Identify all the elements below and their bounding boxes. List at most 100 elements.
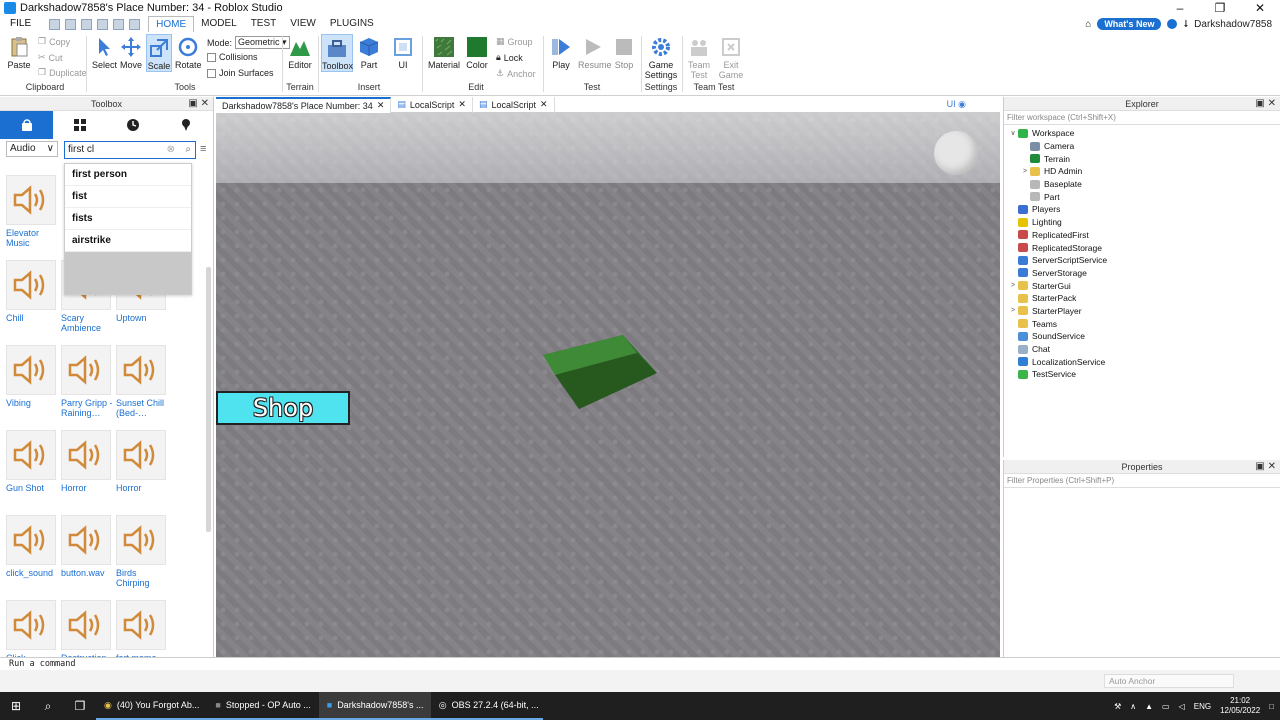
asset-card[interactable]: Chill [6, 260, 58, 323]
team-test-button[interactable]: Team Test [686, 36, 712, 80]
properties-filter-input[interactable]: Filter Properties (Ctrl+Shift+P) [1004, 474, 1280, 488]
explorer-item-localizationservice[interactable]: LocalizationService [1004, 355, 1280, 368]
select-tool-button[interactable]: Select [92, 36, 117, 70]
tab-inventory[interactable] [53, 111, 106, 139]
redo-icon[interactable] [129, 18, 141, 30]
explorer-item-workspace[interactable]: ∨ Workspace [1004, 127, 1280, 140]
tray-chevron-icon[interactable]: ∧ [1130, 702, 1136, 711]
explorer-filter-input[interactable]: Filter workspace (Ctrl+Shift+X) [1004, 111, 1280, 125]
shop-button[interactable]: Shop [216, 391, 350, 425]
explorer-item-hd admin[interactable]: > HD Admin [1004, 165, 1280, 178]
anchor-button[interactable]: ⚓︎ Anchor [496, 68, 536, 79]
panel-close-icon[interactable]: ▣ ✕ [1255, 97, 1276, 111]
explorer-item-startergui[interactable]: > StarterGui [1004, 279, 1280, 292]
asset-card[interactable]: Destruction [61, 600, 113, 663]
open-file-icon[interactable] [65, 18, 77, 30]
duplicate-button[interactable]: ❐ Duplicate [38, 67, 87, 78]
doc-tab-localscript[interactable]: ▤ LocalScript ✕ [473, 96, 555, 113]
join-surfaces-toggle[interactable]: Join Surfaces [207, 68, 274, 78]
explorer-item-replicatedstorage[interactable]: ReplicatedStorage [1004, 241, 1280, 254]
explorer-item-camera[interactable]: Camera [1004, 140, 1280, 153]
view-cube[interactable] [934, 131, 978, 175]
battery-icon[interactable]: ▭ [1162, 702, 1170, 711]
auto-anchor-field[interactable]: Auto Anchor [1104, 674, 1234, 688]
paste-button[interactable]: Paste [6, 36, 32, 70]
suggestion-item[interactable]: fists [65, 208, 191, 230]
exit-game-button[interactable]: Exit Game [718, 36, 744, 80]
taskbar-app-stopped[interactable]: ■ Stopped - OP Auto ... [207, 692, 319, 720]
explorer-item-testservice[interactable]: TestService [1004, 368, 1280, 381]
toolbox-search-input[interactable]: first cl ⊗ ⌕ [64, 141, 196, 159]
group-button[interactable]: ▦ Group [496, 36, 533, 47]
explorer-item-players[interactable]: Players [1004, 203, 1280, 216]
grass-part[interactable] [539, 335, 657, 409]
expand-toggle-icon[interactable]: > [1008, 307, 1018, 314]
panel-close-icon[interactable]: ▣ ✕ [1255, 460, 1276, 474]
network-user-icon[interactable]: ⚒ [1114, 702, 1121, 711]
explorer-item-terrain[interactable]: Terrain [1004, 152, 1280, 165]
asset-card[interactable]: Vibing [6, 345, 58, 408]
asset-card[interactable]: Click [6, 600, 58, 663]
restore-icon[interactable]: ❐ [1200, 0, 1240, 16]
resume-button[interactable]: Resume [578, 36, 612, 70]
tab-home[interactable]: HOME [148, 16, 195, 32]
explorer-item-part[interactable]: Part [1004, 190, 1280, 203]
toolbox-button[interactable]: Toolbox [321, 34, 353, 72]
publish-icon[interactable] [81, 18, 93, 30]
command-bar[interactable]: Run a command [0, 657, 1280, 670]
play-button[interactable]: Play [549, 36, 573, 70]
panel-close-icon[interactable]: ▣ ✕ [188, 97, 209, 111]
notifications-icon[interactable]: □ [1269, 702, 1274, 711]
clear-search-icon[interactable]: ⊗ [167, 142, 175, 158]
tab-view[interactable]: VIEW [283, 16, 323, 32]
ui-button[interactable]: UI [390, 36, 416, 70]
scale-tool-button[interactable]: Scale [146, 34, 172, 72]
suggestion-item[interactable]: first person [65, 164, 191, 186]
explorer-item-serverstorage[interactable]: ServerStorage [1004, 267, 1280, 280]
clock[interactable]: 21:02 12/05/2022 [1220, 696, 1260, 716]
asset-card[interactable]: Horror [116, 430, 168, 493]
minimize-icon[interactable]: – [1160, 0, 1200, 16]
tab-marketplace[interactable] [0, 111, 54, 139]
task-view-icon[interactable]: ❐ [64, 699, 96, 713]
expand-toggle-icon[interactable]: > [1020, 168, 1030, 175]
taskbar-app-roblox-studio[interactable]: ■ Darkshadow7858's ... [318, 692, 431, 720]
explorer-item-starterpack[interactable]: StarterPack [1004, 292, 1280, 305]
explorer-item-starterplayer[interactable]: > StarterPlayer [1004, 305, 1280, 318]
color-button[interactable]: Color [463, 36, 491, 70]
collisions-checkbox[interactable] [207, 52, 216, 62]
tab-recent[interactable] [107, 111, 160, 139]
material-button[interactable]: Material [428, 36, 460, 70]
suggestion-item[interactable]: airstrike [65, 230, 191, 252]
terrain-editor-button[interactable]: Editor [286, 36, 314, 70]
stop-button[interactable]: Stop [612, 36, 636, 70]
explorer-item-baseplate[interactable]: Baseplate [1004, 178, 1280, 191]
lock-button[interactable]: 🔒︎ Lock [496, 52, 523, 63]
home-icon[interactable]: ⌂ [1085, 19, 1091, 30]
explorer-item-replicatedfirst[interactable]: ReplicatedFirst [1004, 229, 1280, 242]
tab-plugins[interactable]: PLUGINS [323, 16, 381, 32]
expand-toggle-icon[interactable]: ∨ [1008, 129, 1018, 137]
taskbar-app-chrome[interactable]: ◉ (40) You Forgot Ab... [96, 692, 208, 720]
suggestion-item[interactable]: fist [65, 186, 191, 208]
cut-button[interactable]: ✂ Cut [38, 52, 63, 63]
toolbox-scrollbar[interactable] [206, 267, 211, 532]
doc-tab-place[interactable]: Darkshadow7858's Place Number: 34 ✕ [216, 96, 392, 113]
close-icon[interactable]: ✕ [1240, 0, 1280, 16]
join-surfaces-checkbox[interactable] [207, 68, 216, 78]
tab-creations[interactable] [160, 111, 213, 139]
asset-card[interactable]: Horror [61, 430, 113, 493]
asset-card[interactable]: click_sound [6, 515, 58, 578]
close-tab-icon[interactable]: ✕ [458, 99, 466, 110]
tab-test[interactable]: TEST [244, 16, 284, 32]
share-icon[interactable]: ⭣ [1183, 19, 1188, 30]
mode-selector[interactable]: Mode: Geometric ▾ [207, 36, 290, 49]
undo-icon[interactable] [113, 18, 125, 30]
asset-card[interactable]: Gun Shot [6, 430, 58, 493]
copy-button[interactable]: ❐ Copy [38, 36, 70, 47]
move-tool-button[interactable]: Move [119, 36, 143, 70]
asset-card[interactable]: Parry Gripp - Raining… [61, 345, 113, 418]
asset-card[interactable]: Birds Chirping [116, 515, 168, 588]
save-icon[interactable] [97, 18, 109, 30]
3d-viewport[interactable]: Shop [216, 113, 1000, 657]
